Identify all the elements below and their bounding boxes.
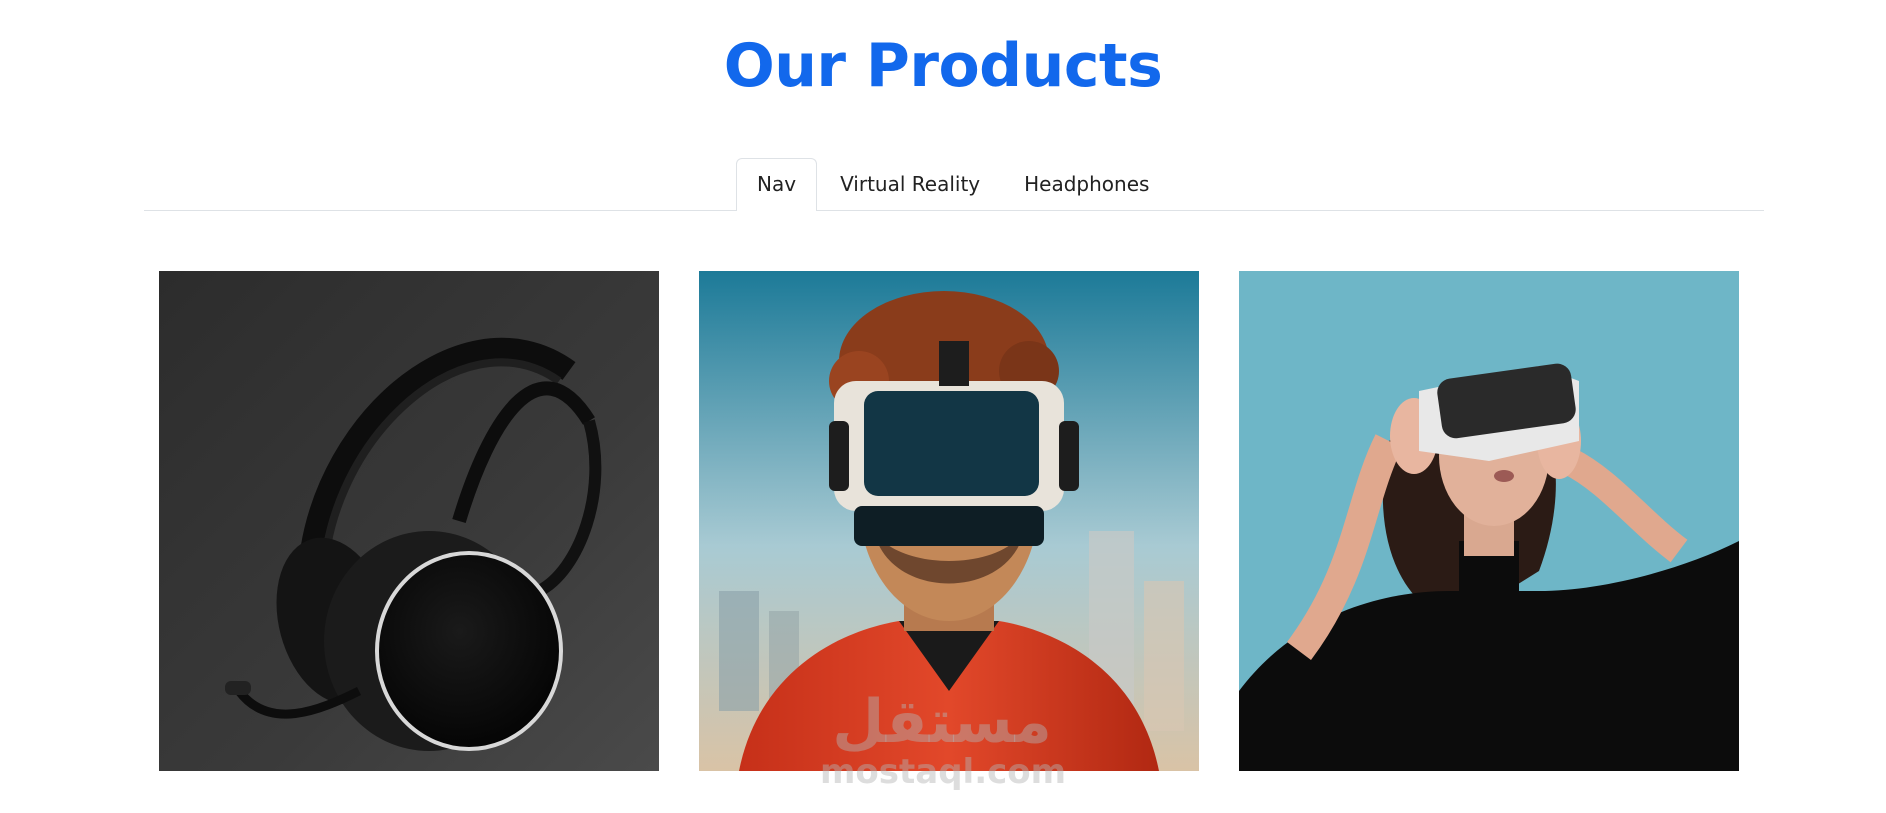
product-card-vr-woman[interactable] (1239, 271, 1739, 771)
headphones-image (159, 271, 659, 771)
tab-virtual-reality[interactable]: Virtual Reality (819, 158, 1002, 209)
tab-nav[interactable]: Nav (736, 158, 818, 211)
page-title: Our Products (723, 31, 1163, 101)
product-card-headphones[interactable] (159, 271, 659, 771)
watermark: مستقل mostaql.com (820, 687, 1067, 792)
watermark-arabic: مستقل (832, 687, 1052, 757)
vr-woman-image (1239, 271, 1739, 771)
tab-list: Nav Virtual Reality Headphones (736, 158, 1172, 211)
product-tabs: Nav Virtual Reality Headphones (144, 158, 1764, 211)
watermark-latin: mostaql.com (820, 752, 1067, 792)
tab-headphones[interactable]: Headphones (1003, 158, 1171, 209)
